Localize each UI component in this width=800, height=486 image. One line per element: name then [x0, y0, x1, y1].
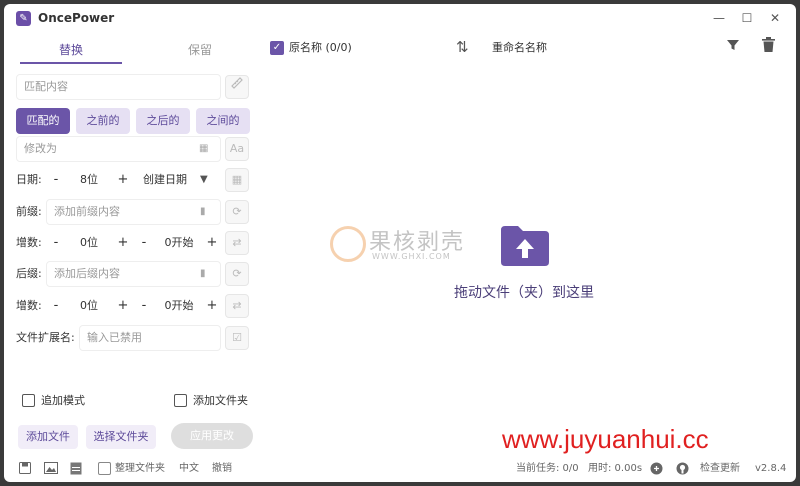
case-toggle-icon[interactable]: Aa: [225, 137, 249, 161]
append-mode-label: 追加模式: [41, 394, 85, 407]
app-title: OncePower: [38, 11, 115, 25]
app-window: ✎ OncePower — ☐ ✕ 替换 保留 匹配内容 匹配的 之前的 之后的…: [4, 4, 796, 482]
undo-button[interactable]: 撤销: [212, 461, 232, 477]
save-icon[interactable]: [19, 462, 31, 478]
filter-icon[interactable]: [726, 37, 740, 57]
inc2-start-value[interactable]: 0开始: [156, 296, 202, 316]
inc2-digits-value[interactable]: 0位: [74, 296, 104, 316]
check-update-button[interactable]: 检查更新: [700, 461, 740, 477]
mode-match-button[interactable]: 匹配的: [16, 108, 70, 134]
inc1-digits-value[interactable]: 0位: [74, 233, 104, 253]
inc2-start-minus-button[interactable]: -: [138, 296, 150, 316]
add-folder-checkbox[interactable]: [174, 394, 187, 407]
increment-label: 增数:: [16, 299, 42, 312]
inc2-start-plus-button[interactable]: +: [206, 296, 218, 316]
inc1-digits-minus-button[interactable]: -: [50, 233, 62, 253]
watermark-logo-icon: [330, 226, 366, 262]
refresh-icon[interactable]: ⟳: [225, 200, 249, 224]
minimize-button[interactable]: —: [709, 9, 729, 27]
image-icon[interactable]: [44, 462, 58, 478]
inc2-digits-plus-button[interactable]: +: [117, 296, 129, 316]
date-digits-value[interactable]: 8位: [74, 170, 104, 190]
append-mode-checkbox[interactable]: [22, 394, 35, 407]
organize-folder-label: 整理文件夹: [115, 463, 165, 474]
inc1-start-plus-button[interactable]: +: [206, 233, 218, 253]
title-bar: ✎ OncePower — ☐ ✕: [4, 4, 796, 32]
version-label: v2.8.4: [755, 463, 787, 474]
inc1-start-minus-button[interactable]: -: [138, 233, 150, 253]
drop-hint-text: 拖动文件（夹）到这里: [454, 285, 594, 301]
mode-between-button[interactable]: 之间的: [196, 108, 250, 134]
chevron-down-icon[interactable]: ▼: [200, 170, 208, 190]
select-all-checkbox[interactable]: ✓: [270, 41, 284, 55]
trash-icon[interactable]: [762, 37, 775, 57]
date-label: 日期:: [16, 173, 42, 186]
select-folder-button[interactable]: 选择文件夹: [86, 425, 156, 449]
prefix-input[interactable]: 添加前缀内容: [46, 199, 221, 225]
regex-ruler-icon[interactable]: [225, 75, 249, 99]
prefix-label: 前缀:: [16, 205, 42, 218]
add-folder-label: 添加文件夹: [193, 394, 248, 407]
maximize-button[interactable]: ☐: [737, 9, 757, 27]
suffix-label: 后缀:: [16, 267, 42, 280]
time-used-status: 用时: 0.00s: [588, 463, 643, 474]
organize-folder-checkbox[interactable]: [98, 462, 111, 475]
swap-sort-icon[interactable]: ⇅: [456, 37, 469, 57]
date-minus-button[interactable]: -: [50, 170, 62, 190]
csv-file-icon[interactable]: [70, 462, 82, 479]
calendar-small-icon[interactable]: ▦: [199, 139, 208, 159]
watermark-url: WWW.GHXI.COM: [372, 252, 451, 261]
gitee-icon[interactable]: [650, 462, 663, 479]
checkbox-icon[interactable]: ☑: [225, 326, 249, 350]
app-logo-icon: ✎: [16, 11, 31, 26]
tab-replace[interactable]: 替换: [20, 40, 122, 64]
inc1-start-value[interactable]: 0开始: [156, 233, 202, 253]
new-name-header: 重命名名称: [492, 41, 547, 54]
mode-after-button[interactable]: 之后的: [136, 108, 190, 134]
current-task-status: 当前任务: 0/0: [516, 463, 579, 474]
refresh-icon[interactable]: ⟳: [225, 262, 249, 286]
increment-settings-icon[interactable]: ⇄: [225, 231, 249, 255]
date-plus-button[interactable]: +: [117, 170, 129, 190]
mode-before-button[interactable]: 之前的: [76, 108, 130, 134]
increment-settings-icon[interactable]: ⇄: [225, 294, 249, 318]
add-files-button[interactable]: 添加文件: [18, 425, 78, 449]
language-toggle[interactable]: 中文: [179, 461, 199, 477]
match-input[interactable]: 匹配内容: [16, 74, 221, 100]
file-icon[interactable]: ▮: [200, 202, 206, 222]
extension-label: 文件扩展名:: [16, 331, 75, 344]
file-icon[interactable]: ▮: [200, 264, 206, 284]
github-icon[interactable]: [676, 462, 689, 479]
modify-input[interactable]: 修改为: [16, 136, 221, 162]
inc1-digits-plus-button[interactable]: +: [117, 233, 129, 253]
calendar-icon[interactable]: ▦: [225, 168, 249, 192]
site-watermark: www.juyuanhui.cc: [502, 424, 709, 454]
close-button[interactable]: ✕: [765, 9, 785, 27]
extension-input[interactable]: 输入已禁用: [79, 325, 221, 351]
original-name-header: 原名称 (0/0): [289, 41, 352, 54]
tab-keep[interactable]: 保留: [149, 40, 251, 64]
apply-changes-button[interactable]: 应用更改: [171, 423, 253, 449]
date-type-select[interactable]: 创建日期: [143, 170, 187, 190]
upload-folder-icon[interactable]: [498, 224, 552, 268]
suffix-input[interactable]: 添加后缀内容: [46, 261, 221, 287]
increment-label: 增数:: [16, 236, 42, 249]
inc2-digits-minus-button[interactable]: -: [50, 296, 62, 316]
